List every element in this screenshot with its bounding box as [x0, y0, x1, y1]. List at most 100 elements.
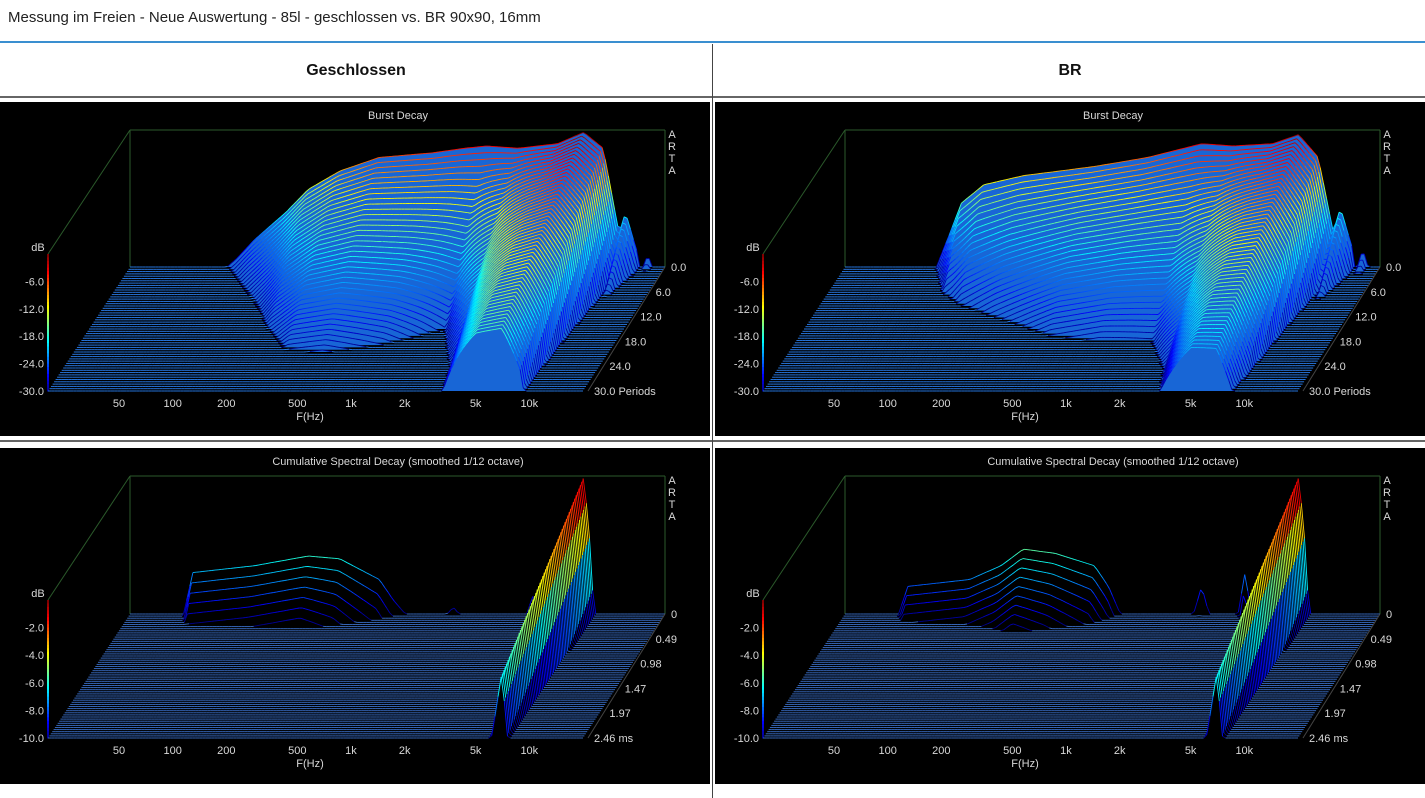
x-tick-label: 50: [828, 398, 840, 410]
side-top-edge: [47, 475, 131, 601]
brand-letter: T: [669, 153, 676, 165]
x-tick-label: 5k: [1185, 745, 1197, 757]
x-tick-label: 10k: [520, 398, 538, 410]
x-tick-label: 1k: [345, 398, 357, 410]
page-title: Messung im Freien - Neue Auswertung - 85…: [8, 9, 541, 26]
y-tick-label: -6.0: [740, 276, 759, 288]
brand-letter: A: [1383, 165, 1391, 177]
y-tick-label: -30.0: [19, 386, 44, 398]
z-tick-label: 1.97: [609, 708, 630, 720]
y-tick-label: -18.0: [734, 331, 759, 343]
chart-panel-csd-geschlossen: Cumulative Spectral Decay (smoothed 1/12…: [0, 448, 710, 784]
z-tick-label: 6.0: [1371, 287, 1386, 299]
x-tick-label: 100: [163, 745, 181, 757]
colorbar: [47, 600, 49, 739]
z-tick-label: 30.0 Periods: [594, 386, 656, 398]
colorbar: [762, 600, 764, 739]
burst-decay-chart-geschlossen: Burst Decay ARTAdB -6.0 -12.0 -18.0 -24.0 -30.…: [19, 110, 686, 423]
y-tick-label: -30.0: [734, 386, 759, 398]
y-tick-label: -4.0: [25, 650, 44, 662]
x-tick-label: 1k: [345, 745, 357, 757]
x-tick-label: 200: [932, 398, 950, 410]
x-tick-label: 50: [113, 745, 125, 757]
z-tick-label: 1.47: [625, 683, 646, 695]
csd-chart-geschlossen: Cumulative Spectral Decay (smoothed 1/12…: [19, 456, 677, 770]
z-tick-label: 24.0: [1324, 361, 1345, 373]
side-top-edge: [762, 475, 846, 601]
x-tick-label: 100: [163, 398, 181, 410]
brand-letter: T: [1384, 153, 1391, 165]
z-tick-label: 0.49: [1371, 634, 1392, 646]
z-tick-label: 18.0: [625, 336, 646, 348]
y-axis-label: dB: [746, 588, 759, 600]
x-tick-label: 5k: [1185, 398, 1197, 410]
y-tick-label: -24.0: [734, 359, 759, 371]
z-tick-label: 0: [671, 609, 677, 621]
z-tick-label: 12.0: [640, 312, 661, 324]
y-tick-label: -18.0: [19, 331, 44, 343]
z-tick-label: 2.46 ms: [1309, 733, 1349, 745]
x-tick-label: 5k: [470, 745, 482, 757]
z-tick-label: 0.49: [656, 634, 677, 646]
y-axis-label: dB: [746, 242, 759, 254]
burst-decay-chart-br: Burst Decay ARTAdB -6.0 -12.0 -18.0 -24.0 -30.…: [734, 110, 1401, 423]
x-tick-label: 50: [828, 745, 840, 757]
x-tick-label: 10k: [1235, 398, 1253, 410]
y-tick-label: -12.0: [19, 304, 44, 316]
decay-slices: [48, 132, 665, 392]
y-tick-label: -24.0: [19, 359, 44, 371]
x-tick-label: 500: [1003, 745, 1021, 757]
brand-letter: A: [668, 511, 676, 523]
x-tick-label: 10k: [520, 745, 538, 757]
title-rule: [0, 41, 1425, 43]
x-tick-label: 10k: [1235, 745, 1253, 757]
z-tick-label: 0: [1386, 609, 1392, 621]
brand-letter: A: [668, 165, 676, 177]
y-tick-label: -8.0: [25, 705, 44, 717]
x-axis-label: F(Hz): [296, 411, 324, 423]
x-tick-label: 50: [113, 398, 125, 410]
x-tick-label: 500: [288, 745, 306, 757]
z-tick-label: 1.97: [1324, 708, 1345, 720]
brand-letter: A: [1383, 129, 1391, 141]
brand-letter: A: [668, 129, 676, 141]
z-tick-label: 6.0: [656, 287, 671, 299]
y-tick-label: -8.0: [740, 705, 759, 717]
y-tick-label: -6.0: [25, 276, 44, 288]
x-tick-label: 1k: [1060, 745, 1072, 757]
z-tick-label: 0.98: [1355, 659, 1376, 671]
column-divider: [712, 44, 713, 798]
x-tick-label: 100: [878, 745, 896, 757]
decay-slices: [763, 134, 1380, 392]
brand-letter: R: [668, 487, 676, 499]
x-tick-label: 2k: [399, 745, 411, 757]
side-top-edge: [47, 129, 131, 255]
x-axis-label: F(Hz): [1011, 758, 1039, 770]
y-tick-label: -6.0: [740, 678, 759, 690]
y-tick-label: -12.0: [734, 304, 759, 316]
brand-letter: A: [1383, 511, 1391, 523]
x-tick-label: 500: [1003, 398, 1021, 410]
decay-slices: [763, 478, 1380, 739]
z-tick-label: 1.47: [1340, 683, 1361, 695]
x-tick-label: 2k: [399, 398, 411, 410]
column-header-geschlossen: Geschlossen: [0, 62, 712, 80]
chart-panel-burst-geschlossen: Burst Decay A R T AdB -6.0 -12.0 -18.0 -24.0 -30.…: [0, 102, 710, 436]
decay-slices: [48, 478, 665, 739]
z-tick-label: 18.0: [1340, 336, 1361, 348]
z-tick-label: 2.46 ms: [594, 733, 634, 745]
z-tick-label: 0.98: [640, 659, 661, 671]
chart-title: Cumulative Spectral Decay (smoothed 1/12…: [272, 456, 523, 468]
x-axis-label: F(Hz): [1011, 411, 1039, 423]
x-tick-label: 100: [878, 398, 896, 410]
brand-letter: R: [668, 141, 676, 153]
brand-letter: A: [1383, 475, 1391, 487]
brand-letter: A: [668, 475, 676, 487]
y-tick-label: -2.0: [740, 623, 759, 635]
y-tick-label: -4.0: [740, 650, 759, 662]
csd-chart-br: Cumulative Spectral Decay (smoothed 1/12…: [734, 456, 1392, 770]
y-tick-label: -2.0: [25, 623, 44, 635]
chart-panel-burst-br: Burst Decay A R T AdB -6.0 -12.0 -18.0 -24.0 -30.…: [715, 102, 1425, 436]
x-tick-label: 1k: [1060, 398, 1072, 410]
x-tick-label: 2k: [1114, 398, 1126, 410]
